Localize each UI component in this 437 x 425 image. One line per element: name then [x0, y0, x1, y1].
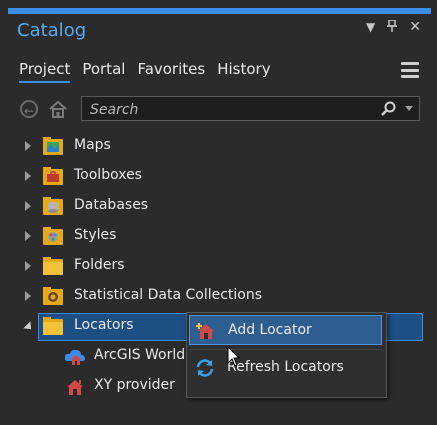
tree-item-maps[interactable]: Maps — [8, 132, 431, 160]
tree-item-toolboxes[interactable]: Toolboxes — [8, 162, 431, 190]
tab-project[interactable]: Project — [19, 60, 71, 83]
database-folder-icon — [43, 197, 63, 215]
tab-favorites[interactable]: Favorites — [137, 60, 205, 83]
xy-locator-icon — [64, 377, 84, 395]
expand-arrow-icon[interactable] — [25, 201, 31, 211]
tree-item-label: Databases — [74, 197, 149, 213]
tree-item-label: ArcGIS World G — [94, 347, 201, 363]
menu-item-add-locator[interactable]: Add Locator — [189, 315, 382, 345]
tab-portal[interactable]: Portal — [82, 60, 125, 83]
collapse-arrow-icon[interactable] — [23, 321, 35, 333]
search-options-chevron-icon[interactable] — [405, 106, 413, 111]
world-locator-icon — [64, 347, 85, 365]
maps-folder-icon — [43, 137, 63, 155]
tree-item-statistical-data-collections[interactable]: Statistical Data Collections — [8, 282, 431, 310]
tree-item-label: Folders — [74, 257, 125, 273]
locators-folder-icon — [43, 317, 63, 335]
tree-item-label: XY provider — [94, 377, 175, 393]
expand-arrow-icon[interactable] — [25, 291, 31, 301]
refresh-icon — [195, 358, 215, 378]
tree-item-databases[interactable]: Databases — [8, 192, 431, 220]
catalog-tabs: Project Portal Favorites History — [19, 60, 271, 83]
menu-icon[interactable] — [401, 62, 419, 78]
home-icon[interactable] — [48, 99, 68, 119]
search-icon[interactable] — [381, 101, 397, 117]
tab-history[interactable]: History — [217, 60, 270, 83]
menu-separator — [189, 349, 382, 350]
close-icon[interactable]: ✕ — [409, 19, 421, 35]
add-locator-icon — [196, 321, 216, 341]
expand-arrow-icon[interactable] — [25, 141, 31, 151]
pane-title: Catalog — [17, 20, 87, 41]
tree-item-folders[interactable]: Folders — [8, 252, 431, 280]
styles-folder-icon — [43, 227, 63, 245]
tree-item-label: Maps — [74, 137, 111, 153]
back-arrow-icon[interactable]: ← — [20, 100, 38, 118]
mouse-cursor-icon — [227, 345, 241, 368]
tree-item-label: Statistical Data Collections — [74, 287, 263, 303]
expand-arrow-icon[interactable] — [25, 171, 31, 181]
context-menu: Add Locator Refresh Locators — [186, 312, 387, 398]
menu-item-label: Add Locator — [228, 322, 312, 338]
search-input[interactable] — [88, 99, 382, 120]
tree-item-label: Toolboxes — [74, 167, 142, 183]
pane-controls: ▼ ✕ — [366, 18, 421, 35]
menu-item-label: Refresh Locators — [227, 359, 344, 375]
dropdown-icon[interactable]: ▼ — [366, 20, 375, 34]
search-box — [81, 96, 420, 121]
folder-icon — [43, 257, 63, 275]
menu-item-refresh-locators[interactable]: Refresh Locators — [189, 353, 382, 383]
expand-arrow-icon[interactable] — [25, 231, 31, 241]
tree-item-label: Locators — [74, 317, 134, 333]
pin-icon[interactable] — [387, 18, 398, 35]
toolbox-folder-icon — [43, 167, 63, 185]
statistical-data-icon — [43, 287, 63, 305]
expand-arrow-icon[interactable] — [25, 261, 31, 271]
tree-item-label: Styles — [74, 227, 117, 243]
tree-item-styles[interactable]: Styles — [8, 222, 431, 250]
